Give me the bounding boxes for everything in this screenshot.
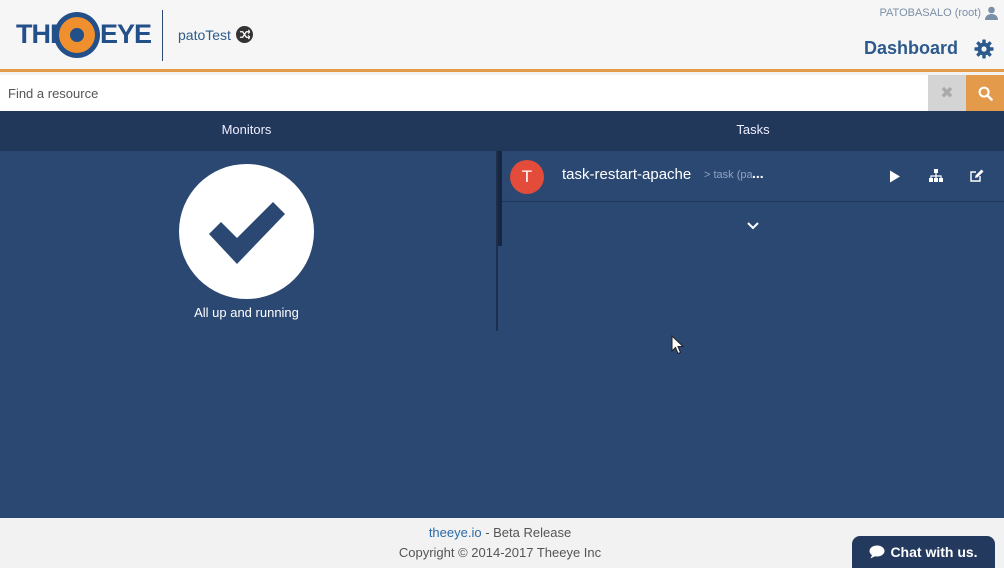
app-header: THE EYE patoTest PATOBASALO (root) Dashb… [0,0,1004,72]
dashboard-panels: All up and running T task-restart-apache… [0,151,1004,518]
chat-button[interactable]: Chat with us. [852,536,995,568]
panel-tabs: Monitors Tasks [0,111,1004,151]
user-label: PATOBASALO (root) [879,7,981,19]
monitors-status-text: All up and running [194,305,299,320]
clear-search-button[interactable]: ✖ [928,75,966,111]
task-type-ellipsis: ... [752,165,764,181]
org-name: patoTest [178,26,231,43]
footer-theeye-link[interactable]: theeye.io [429,525,482,540]
monitors-panel: All up and running [0,151,498,331]
footer-release-line: theeye.io - Beta Release [0,525,1000,540]
shuffle-icon[interactable] [235,26,253,43]
clear-icon: ✖ [940,85,954,102]
chevron-down-icon[interactable] [744,219,762,233]
play-icon [890,170,900,182]
cursor-icon [671,335,684,355]
search-icon [978,86,993,101]
edit-icon [970,169,984,182]
task-workflow-button[interactable] [927,167,945,185]
tab-tasks[interactable]: Tasks [502,111,1004,151]
search-button[interactable] [966,75,1004,111]
dashboard-link[interactable]: Dashboard [864,38,958,59]
chat-label: Chat with us. [890,544,978,560]
gear-icon[interactable] [974,39,994,59]
monitors-status-indicator [179,164,314,299]
task-row[interactable]: T task-restart-apache > task (pa ... [502,151,1004,202]
tab-monitors[interactable]: Monitors [0,111,493,151]
user-icon [985,6,998,20]
search-bar: ✖ [0,75,1004,111]
logo-text-eye: EYE [100,19,152,49]
chat-icon [869,545,885,559]
header-divider [162,10,163,61]
workflow-icon [929,169,943,182]
checkmark-icon [209,202,285,264]
run-task-button[interactable] [886,167,904,185]
org-switcher[interactable]: patoTest [178,26,253,43]
theeye-logo[interactable]: THE EYE [16,10,152,60]
logo-eye-icon [54,12,100,58]
footer-release-text: - Beta Release [481,525,572,540]
task-name: task-restart-apache [562,166,692,183]
edit-task-button[interactable] [968,167,986,185]
footer-copyright: Copyright © 2014-2017 Theeye Inc [398,545,602,560]
user-menu[interactable]: PATOBASALO (root) [880,6,998,20]
task-avatar: T [510,160,544,194]
search-input[interactable] [0,75,928,111]
